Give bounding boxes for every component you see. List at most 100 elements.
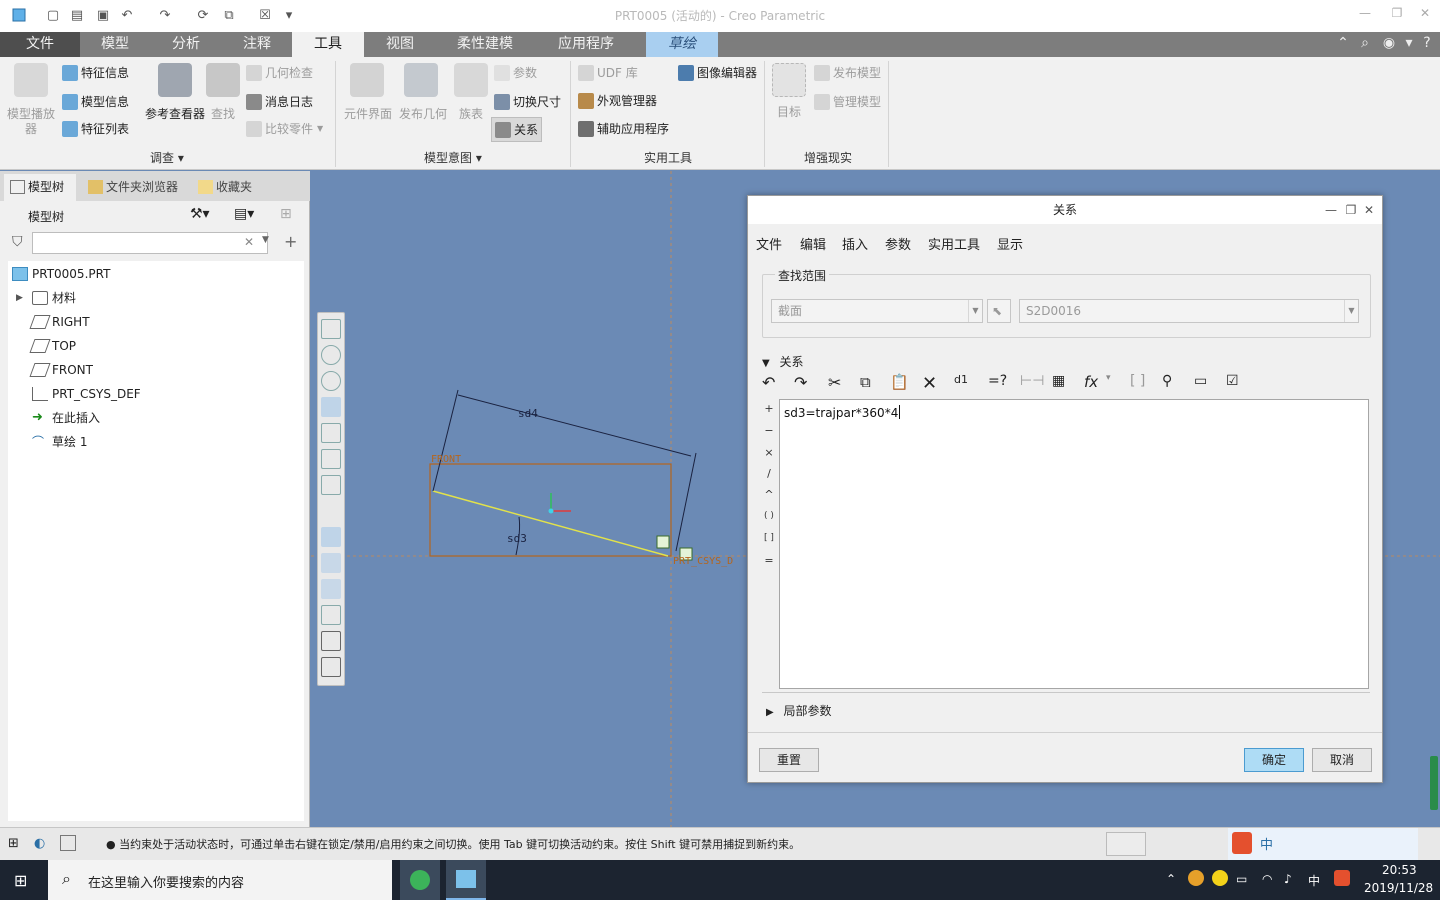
- tab-flexible-modeling[interactable]: 柔性建模: [436, 32, 534, 57]
- sogou-icon[interactable]: [1232, 832, 1252, 854]
- refit-icon[interactable]: [321, 319, 341, 339]
- model-intent-group-label[interactable]: 模型意图 ▾: [424, 149, 482, 166]
- model-play-button[interactable]: 模型播放器: [4, 107, 58, 137]
- aux-applications-button[interactable]: 辅助应用程序: [578, 120, 669, 137]
- menu-show[interactable]: 显示: [997, 234, 1023, 253]
- taskbar-app-browser[interactable]: [400, 860, 440, 900]
- taskbar-app-creo[interactable]: [446, 860, 486, 900]
- undo-icon[interactable]: ↶: [762, 373, 784, 395]
- browser-toggle-icon[interactable]: ◐: [34, 836, 45, 851]
- tree-item-material[interactable]: ▶ 材料: [8, 287, 298, 309]
- tab-annotate[interactable]: 注释: [222, 32, 292, 57]
- tab-favorites[interactable]: 收藏夹: [192, 174, 264, 201]
- add-icon[interactable]: +: [284, 232, 297, 251]
- help-icon[interactable]: ◉: [1380, 35, 1398, 53]
- switch-dimensions-button[interactable]: 切换尺寸: [494, 93, 561, 110]
- feature-list-button[interactable]: 特征列表: [62, 120, 129, 137]
- evaluate-icon[interactable]: =?: [988, 373, 1010, 395]
- find-button[interactable]: 查找: [206, 107, 240, 122]
- annotation-display-icon[interactable]: [321, 553, 341, 573]
- parameters-button[interactable]: 参数: [494, 64, 537, 81]
- operator-multiply-button[interactable]: ×: [762, 446, 776, 459]
- menu-parameters[interactable]: 参数: [885, 234, 911, 253]
- navigator-toggle-icon[interactable]: ⊞: [8, 836, 19, 851]
- tray-expand-icon[interactable]: ⌃: [1166, 872, 1176, 886]
- volume-icon[interactable]: ♪: [1284, 872, 1292, 886]
- menu-file[interactable]: 文件: [756, 234, 782, 253]
- tab-folder-browser[interactable]: 文件夹浏览器: [82, 174, 186, 201]
- fullscreen-icon[interactable]: [60, 835, 76, 851]
- select-pointer-button[interactable]: ⬉: [987, 299, 1011, 323]
- sort-relations-icon[interactable]: ▦: [1052, 373, 1074, 395]
- tree-item-part[interactable]: PRT0005.PRT: [8, 263, 298, 285]
- tree-columns-icon[interactable]: ▤▾: [234, 206, 254, 222]
- relations-button[interactable]: 关系: [491, 117, 543, 142]
- sogou-tray-icon[interactable]: [1334, 870, 1350, 886]
- clear-icon[interactable]: ✕: [244, 235, 254, 249]
- tab-model[interactable]: 模型: [80, 32, 150, 57]
- dimension-display-icon[interactable]: [321, 631, 341, 651]
- reset-button[interactable]: 重置: [759, 748, 819, 772]
- relations-editor[interactable]: sd3=trajpar*360*4: [779, 399, 1369, 689]
- publish-geometry-button[interactable]: 发布几何: [396, 107, 450, 122]
- help-dropdown-icon[interactable]: ▾: [1400, 35, 1418, 53]
- tab-view[interactable]: 视图: [364, 32, 436, 57]
- windows-start-icon[interactable]: ⊞: [14, 871, 27, 890]
- redo-icon[interactable]: ↷: [794, 373, 816, 395]
- repaint-icon[interactable]: [321, 397, 341, 417]
- dim-label-sd3[interactable]: sd3: [507, 532, 527, 545]
- filter-icon[interactable]: ⛉: [12, 234, 23, 250]
- paste-icon[interactable]: 📋: [890, 373, 912, 395]
- braces-icon[interactable]: [ ]: [1130, 373, 1152, 395]
- check-relations-icon[interactable]: ☑: [1226, 373, 1248, 395]
- cut-icon[interactable]: ✂: [828, 373, 850, 395]
- scope-value-select[interactable]: S2D0016 ▼: [1019, 299, 1359, 323]
- model-info-button[interactable]: 模型信息: [62, 93, 129, 110]
- ime-toolbar[interactable]: [1228, 828, 1418, 860]
- saved-orientations-icon[interactable]: [321, 449, 341, 469]
- dim-label-sd4[interactable]: sd4: [518, 407, 538, 420]
- tab-model-tree[interactable]: 模型树: [4, 174, 76, 201]
- dialog-close-button[interactable]: ✕: [1360, 201, 1378, 219]
- clock-time[interactable]: 20:53: [1382, 863, 1417, 877]
- menu-insert[interactable]: 插入: [842, 234, 868, 253]
- minimize-button[interactable]: —: [1354, 6, 1376, 24]
- dialog-minimize-button[interactable]: —: [1322, 201, 1340, 219]
- taskbar-search[interactable]: ⌕ 在这里输入你要搜索的内容: [48, 860, 392, 900]
- units-icon[interactable]: ▭: [1194, 373, 1216, 395]
- feature-info-button[interactable]: 特征信息: [62, 64, 129, 81]
- target-button[interactable]: 目标: [770, 105, 808, 120]
- tab-applications[interactable]: 应用程序: [534, 32, 638, 57]
- appearance-manager-button[interactable]: 外观管理器: [578, 92, 657, 109]
- view-manager-icon[interactable]: [321, 475, 341, 495]
- expand-arrow-icon[interactable]: ▶: [16, 287, 23, 309]
- ok-button[interactable]: 确定: [1244, 748, 1304, 772]
- insert-function-icon[interactable]: fx: [1084, 373, 1106, 395]
- delete-icon[interactable]: ✕: [922, 373, 944, 395]
- collapse-ribbon-icon[interactable]: ⌃: [1334, 35, 1352, 53]
- dialog-maximize-button[interactable]: ❐: [1342, 201, 1360, 219]
- maximize-button[interactable]: ❐: [1386, 6, 1408, 24]
- cancel-button[interactable]: 取消: [1312, 748, 1372, 772]
- manage-model-button[interactable]: 管理模型: [814, 93, 881, 110]
- tree-item-front[interactable]: FRONT: [8, 359, 298, 381]
- constraint-display-icon[interactable]: [321, 657, 341, 677]
- operator-minus-button[interactable]: −: [762, 424, 776, 437]
- relations-text[interactable]: sd3=trajpar*360*4: [784, 405, 901, 420]
- constraint-marker[interactable]: [656, 535, 670, 549]
- tab-tools[interactable]: 工具: [292, 32, 364, 57]
- wifi-icon[interactable]: ◠: [1262, 872, 1272, 886]
- switch-dims-icon[interactable]: d1: [954, 373, 976, 395]
- operator-brackets-button[interactable]: [ ]: [762, 533, 776, 543]
- family-table-button[interactable]: 族表: [452, 107, 490, 122]
- component-interface-button[interactable]: 元件界面: [340, 107, 396, 122]
- tree-filter-settings-icon[interactable]: ⊞: [280, 206, 292, 222]
- ime-indicator[interactable]: 中: [1308, 872, 1320, 889]
- local-params-toggle[interactable]: ▶ 局部参数: [766, 702, 832, 719]
- tab-sketch[interactable]: 草绘: [646, 32, 718, 57]
- relations-section-toggle[interactable]: ▼ 关系: [762, 353, 804, 370]
- qq-icon[interactable]: [1188, 870, 1204, 886]
- menu-edit[interactable]: 编辑: [800, 234, 826, 253]
- tree-settings-icon[interactable]: ⚒▾: [190, 206, 210, 222]
- verify-icon[interactable]: ⚲: [1162, 373, 1184, 395]
